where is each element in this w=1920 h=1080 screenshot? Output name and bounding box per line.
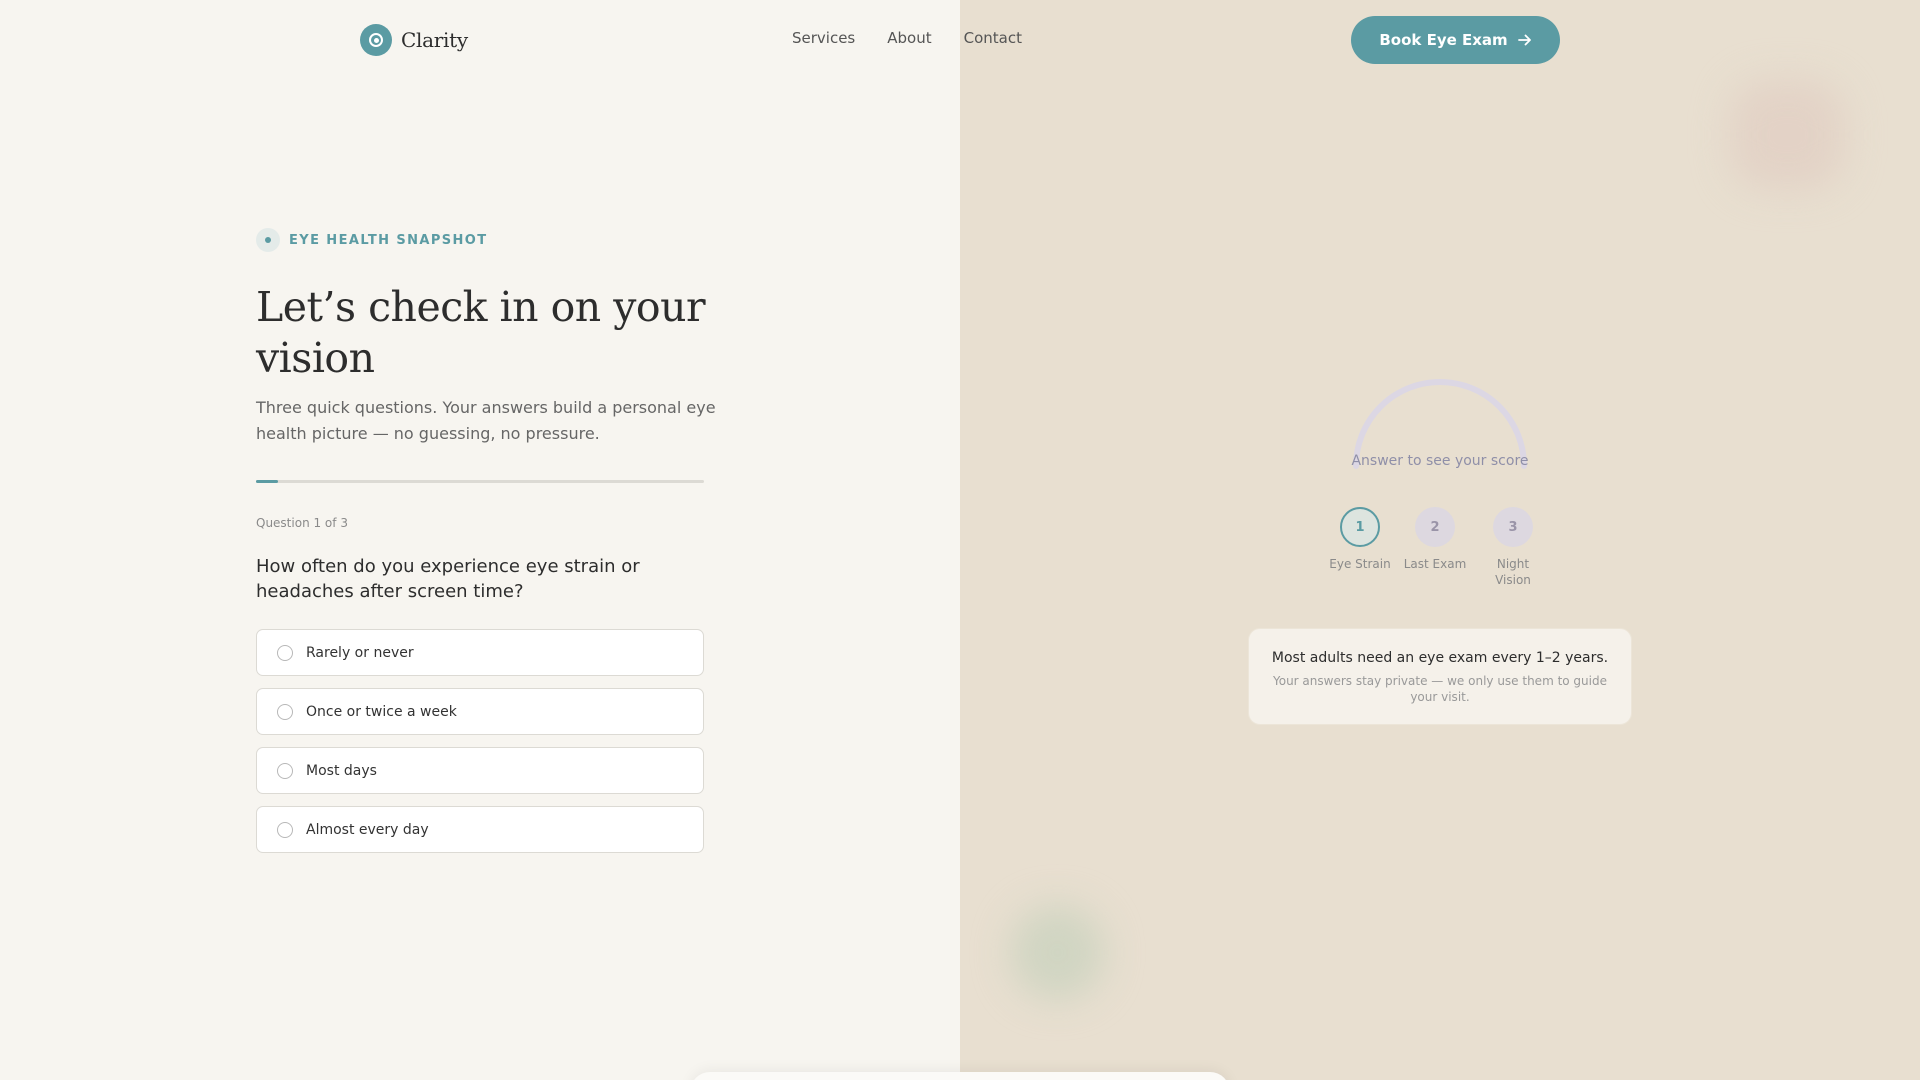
answer-option-every-day[interactable]: Almost every day: [256, 806, 704, 853]
radio-circle-icon[interactable]: [277, 821, 293, 838]
answer-option-weekly[interactable]: Once or twice a week: [256, 688, 704, 735]
bottom-sheet: [690, 1072, 1230, 1080]
option-label: Rarely or never: [306, 644, 414, 661]
option-label: Once or twice a week: [306, 703, 457, 720]
nav-contact[interactable]: Contact: [964, 29, 1022, 47]
nav-about[interactable]: About: [887, 29, 931, 47]
book-eye-exam-button[interactable]: Book Eye Exam: [1351, 16, 1560, 64]
step-label: Eye Strain: [1329, 557, 1391, 571]
info-card-title: Most adults need an eye exam every 1–2 y…: [1271, 650, 1609, 666]
option-label: Almost every day: [306, 821, 429, 838]
answer-option-rarely[interactable]: Rarely or never: [256, 629, 704, 676]
question-counter: Question 1 of 3: [256, 516, 348, 530]
step-label: Last Exam: [1403, 557, 1467, 571]
quiz-pane: [0, 0, 960, 1080]
radio-circle-icon[interactable]: [277, 762, 293, 779]
quiz-progress-fill: [256, 480, 279, 483]
main-nav: Services About Contact: [792, 29, 1022, 47]
step-eye-strain: 1 Eye Strain: [1320, 507, 1400, 572]
nav-services[interactable]: Services: [792, 29, 855, 47]
section-eyebrow: EYE HEALTH SNAPSHOT: [256, 228, 488, 252]
step-number: 1: [1340, 507, 1380, 547]
info-card-note: Your answers stay private — we only use …: [1272, 674, 1607, 704]
radio-circle-icon[interactable]: [277, 703, 293, 720]
decorative-blob-bottom: [1010, 905, 1105, 1000]
option-label: Most days: [306, 762, 377, 779]
eye-dot-icon: [256, 228, 280, 252]
page-title: Let’s check in on your vision: [256, 283, 706, 382]
eyebrow-label: EYE HEALTH SNAPSHOT: [289, 232, 488, 248]
arrow-right-icon: [1517, 34, 1531, 46]
question-text: How often do you experience eye strain o…: [256, 556, 640, 602]
exam-info-card: Most adults need an eye exam every 1–2 y…: [1248, 628, 1632, 725]
brand-name: Clarity: [401, 28, 468, 52]
eye-logo-icon: [360, 24, 392, 56]
brand-logo[interactable]: Clarity: [360, 24, 468, 56]
decorative-blob-top: [1730, 80, 1845, 190]
site-header: Clarity Services About Contact Book Eye …: [0, 0, 1920, 80]
step-number: 2: [1415, 507, 1455, 547]
step-label: Night Vision: [1495, 557, 1531, 587]
radio-circle-icon[interactable]: [277, 644, 293, 661]
book-eye-exam-label: Book Eye Exam: [1379, 31, 1508, 49]
score-caption: Answer to see your score: [1351, 453, 1529, 469]
quiz-progress-bar: [256, 480, 704, 483]
answer-option-most-days[interactable]: Most days: [256, 747, 704, 794]
step-last-exam: 2 Last Exam: [1395, 507, 1475, 572]
step-number: 3: [1493, 507, 1533, 547]
step-night-vision: 3 Night Vision: [1473, 507, 1553, 588]
quiz-steps: 1 Eye Strain 2 Last Exam 3 Night Vision: [1320, 507, 1560, 587]
answer-options: Rarely or never Once or twice a week Mos…: [256, 629, 704, 853]
page-subtitle: Three quick questions. Your answers buil…: [256, 398, 716, 443]
